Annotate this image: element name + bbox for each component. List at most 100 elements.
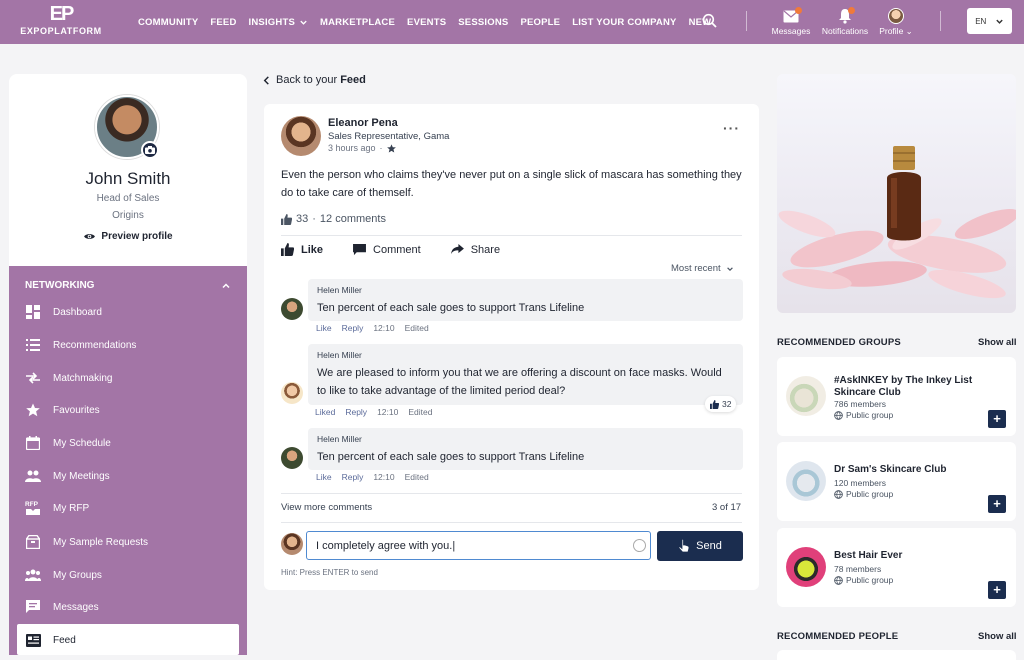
- promo-image[interactable]: [777, 74, 1016, 313]
- join-group-button[interactable]: +: [988, 410, 1006, 428]
- avatar[interactable]: [281, 298, 303, 320]
- group-members: 120 members: [834, 478, 886, 488]
- camera-icon[interactable]: [141, 141, 159, 159]
- sidebar-item-favourites[interactable]: Favourites: [25, 398, 231, 422]
- share-button[interactable]: Share: [450, 243, 500, 256]
- profile-organization[interactable]: Origins: [9, 210, 247, 221]
- group-name[interactable]: #AskINKEY by The Inkey List Skincare Clu…: [834, 375, 984, 399]
- avatar[interactable]: [281, 382, 303, 404]
- comment-author[interactable]: Helen Miller: [317, 285, 362, 295]
- post-timestamp: 3 hours ago ·: [328, 143, 396, 153]
- sidebar-item-my-sample-requests[interactable]: My Sample Requests: [25, 530, 231, 554]
- networking-section-title: NETWORKING: [25, 280, 95, 291]
- comment-reply-button[interactable]: Reply: [342, 323, 364, 333]
- sidebar-item-my-groups[interactable]: My Groups: [25, 563, 231, 587]
- star-icon: [25, 402, 41, 418]
- nav-feed[interactable]: FEED: [210, 17, 236, 28]
- nav-insights[interactable]: INSIGHTS: [249, 17, 308, 28]
- show-all-people-link[interactable]: Show all: [978, 631, 1017, 642]
- sidebar-item-matchmaking[interactable]: Matchmaking: [25, 366, 231, 390]
- nav-community[interactable]: COMMUNITY: [138, 17, 198, 28]
- comment-likes-badge[interactable]: 32: [705, 396, 737, 412]
- nav-sessions[interactable]: SESSIONS: [458, 17, 508, 28]
- nav-list-your-company[interactable]: LIST YOUR COMPANY: [572, 17, 676, 28]
- sidebar-item-feed[interactable]: Feed: [25, 628, 231, 652]
- sidebar-item-label: My RFP: [53, 502, 90, 514]
- group-members: 78 members: [834, 564, 882, 574]
- sidebar-item-label: Messages: [53, 601, 99, 613]
- nav-events[interactable]: EVENTS: [407, 17, 446, 28]
- group-name[interactable]: Dr Sam's Skincare Club: [834, 464, 984, 476]
- comment-like-button[interactable]: Like: [316, 323, 332, 333]
- preview-profile-link[interactable]: Preview profile: [9, 231, 247, 242]
- divider: [746, 11, 747, 31]
- comment-button[interactable]: Comment: [353, 243, 421, 256]
- send-hint: Hint: Press ENTER to send: [281, 568, 378, 577]
- post-author-name[interactable]: Eleanor Pena: [328, 117, 398, 129]
- comment-like-button[interactable]: Liked: [315, 407, 335, 417]
- sidebar-item-label: Recommendations: [53, 339, 137, 351]
- share-icon: [450, 244, 464, 255]
- group-type: Public group: [834, 489, 893, 499]
- networking-section-header[interactable]: NETWORKING: [25, 280, 231, 291]
- comment-author[interactable]: Helen Miller: [317, 350, 362, 360]
- sidebar-item-my-schedule[interactable]: My Schedule: [25, 431, 231, 455]
- comment-time: 12:10: [377, 407, 399, 417]
- comment-reply-button[interactable]: Reply: [345, 407, 367, 417]
- comment-text: Ten percent of each sale goes to support…: [317, 451, 585, 463]
- rfp-icon: RFP: [25, 500, 41, 516]
- group-card[interactable]: Best Hair Ever 78 members Public group +: [777, 528, 1016, 607]
- nav-people[interactable]: PEOPLE: [520, 17, 560, 28]
- comment-author[interactable]: Helen Miller: [317, 434, 362, 444]
- search-icon[interactable]: [702, 13, 718, 29]
- comment-input[interactable]: [306, 531, 651, 560]
- notifications-button[interactable]: Notifications: [818, 6, 872, 36]
- back-to-feed-link[interactable]: Back to your Feed: [263, 74, 366, 86]
- emoji-icon[interactable]: [633, 539, 646, 552]
- send-button[interactable]: Send: [657, 531, 743, 561]
- avatar[interactable]: [281, 447, 303, 469]
- comment-edited: Edited: [408, 407, 433, 417]
- show-all-groups-link[interactable]: Show all: [978, 337, 1017, 348]
- group-image: [786, 547, 826, 587]
- language-select[interactable]: EN: [967, 8, 1012, 34]
- sidebar-item-messages[interactable]: Messages: [25, 595, 231, 619]
- comment-like-button[interactable]: Like: [316, 472, 332, 482]
- comments-count[interactable]: 12 comments: [320, 213, 386, 225]
- group-card[interactable]: #AskINKEY by The Inkey List Skincare Clu…: [777, 357, 1016, 436]
- sidebar-item-my-rfp[interactable]: RFP My RFP: [25, 496, 231, 520]
- profile-avatar[interactable]: [95, 95, 159, 159]
- view-more-comments-link[interactable]: View more comments: [281, 502, 372, 513]
- comments-pagination-count: 3 of 17: [712, 502, 742, 513]
- chevron-down-icon: [726, 266, 733, 271]
- divider: [281, 493, 742, 494]
- more-options-icon[interactable]: ···: [723, 120, 740, 136]
- comment-meta: Liked Reply 12:10 Edited: [315, 407, 432, 417]
- join-group-button[interactable]: +: [988, 495, 1006, 513]
- group-card[interactable]: Dr Sam's Skincare Club 120 members Publi…: [777, 442, 1016, 521]
- sidebar-item-dashboard[interactable]: Dashboard: [25, 300, 231, 324]
- thumbs-up-icon: [281, 243, 294, 256]
- people-icon: [25, 468, 41, 484]
- comment-text: Ten percent of each sale goes to support…: [317, 302, 585, 314]
- profile-menu[interactable]: Profile ⌄: [876, 6, 916, 37]
- comment-meta: Like Reply 12:10 Edited: [316, 472, 429, 482]
- chat-icon: [25, 599, 41, 615]
- messages-button[interactable]: Messages: [770, 6, 812, 36]
- join-group-button[interactable]: +: [988, 581, 1006, 599]
- like-button[interactable]: Like: [281, 243, 323, 256]
- nav-marketplace[interactable]: MARKETPLACE: [320, 17, 395, 28]
- sidebar-item-label: My Groups: [53, 569, 102, 581]
- group-name[interactable]: Best Hair Ever: [834, 550, 984, 562]
- sidebar-item-recommendations[interactable]: Recommendations: [25, 333, 231, 357]
- expoplatform-logo[interactable]: EP EXPOPLATFORM: [16, 4, 106, 36]
- sidebar-item-my-meetings[interactable]: My Meetings: [25, 464, 231, 488]
- chevron-down-icon: [996, 19, 1003, 24]
- thumbs-up-icon: [710, 399, 719, 409]
- group-type: Public group: [834, 410, 893, 420]
- sidebar-item-label: Feed: [53, 634, 76, 646]
- avatar[interactable]: [281, 116, 321, 156]
- sort-dropdown[interactable]: Most recent: [671, 263, 734, 274]
- likes-count[interactable]: 33: [296, 213, 308, 225]
- comment-reply-button[interactable]: Reply: [342, 472, 364, 482]
